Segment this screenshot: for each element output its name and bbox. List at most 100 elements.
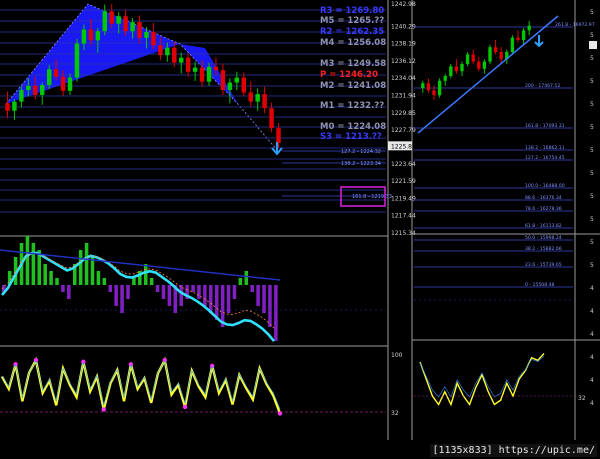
fib-level-label: 38.2 - 15882.66 [525, 246, 562, 252]
side-tick-label: 5 [590, 101, 594, 108]
candle-body [510, 37, 515, 52]
candle-body [123, 16, 128, 32]
candle-body [158, 45, 163, 56]
side-tick-label: 4 [590, 331, 594, 338]
price-tick-label: 1240.29 [391, 23, 416, 30]
price-tick-label: 1231.94 [391, 92, 416, 99]
pivot-label: P = 1246.20 [320, 70, 378, 80]
side-tick-label: 5 [590, 262, 594, 269]
price-tick-label: 1234.04 [391, 75, 416, 82]
macd-histogram-bar [250, 285, 254, 292]
pivot-label: R2 = 1262.35 [320, 27, 384, 37]
candle-body [172, 47, 177, 63]
candle-body [516, 37, 520, 40]
candle-body [67, 77, 73, 91]
fib-label: 138.2 - 1223.34 [341, 161, 381, 167]
fib-level-label: 0 - 15508.48 [525, 282, 554, 288]
candle-body [527, 25, 531, 31]
macd-histogram-bar [67, 285, 71, 299]
candle-body [5, 103, 10, 111]
macd-histogram-bar [149, 278, 154, 285]
candle-body [227, 82, 233, 90]
candle-body [130, 22, 135, 32]
side-tick-label: 4 [590, 308, 594, 315]
macd-histogram-bar [268, 285, 272, 327]
macd-histogram-bar [209, 285, 213, 313]
candle-body [499, 52, 503, 60]
macd-histogram-bar [161, 285, 166, 299]
side-tick-label: 5 [590, 216, 594, 223]
macd-histogram-bar [31, 243, 36, 285]
price-tick-label: 1219.49 [391, 196, 416, 203]
side-tick-label: 5 [590, 170, 594, 177]
candle-body [53, 69, 59, 77]
pivot-label: M1 = 1232.?? [320, 101, 384, 111]
pivot-label: M4 = 1256.08 [320, 38, 386, 48]
macd-histogram-bar [102, 278, 107, 285]
fib-level-label: 88.6 - 16376.34 [525, 195, 562, 201]
fib-level-label: 261.8 - 16972.97 [555, 22, 595, 28]
fib-level-label: 23.6 - 15739.65 [525, 262, 562, 268]
macd-histogram-bar [179, 285, 183, 306]
macd-histogram-bar [96, 271, 101, 285]
side-tick-label: 4 [590, 285, 594, 292]
price-tick-label: 1236.12 [391, 58, 416, 65]
candle-body [234, 77, 240, 83]
macd-histogram-bar [126, 285, 130, 299]
macd-histogram-bar [167, 285, 172, 306]
candle-body [192, 67, 198, 72]
candle-body [276, 128, 281, 144]
osc-extreme-dot [101, 407, 106, 412]
candle-body [206, 66, 212, 82]
price-tick-label: 1242.98 [391, 1, 416, 8]
candle-body [449, 66, 453, 76]
side-tick-label: 5 [590, 9, 594, 16]
pivot-label: M5 = 1265.?? [320, 16, 384, 26]
macd-histogram-bar [256, 285, 260, 306]
macd-histogram-bar [262, 285, 266, 313]
candle-body [454, 66, 459, 72]
candle-body [102, 11, 107, 32]
watermark[interactable]: [1135x833] https://upic.me/ [430, 444, 597, 457]
candle-body [109, 11, 114, 24]
candle-body [33, 85, 38, 95]
pivot-label: M2 = 1241.08 [320, 81, 386, 91]
candle-body [81, 29, 87, 44]
trading-chart-canvas: R3 = 1269.80M5 = 1265.??R2 = 1262.35M4 =… [0, 0, 600, 459]
side-tick-label: 5 [590, 78, 594, 85]
macd-histogram-bar [25, 236, 30, 285]
side-tick-label: 5 [590, 193, 594, 200]
pivot-label: M0 = 1224.08 [320, 122, 386, 132]
candle-body [437, 80, 442, 96]
macd-histogram-bar [84, 243, 89, 285]
pivot-label: M3 = 1249.58 [320, 59, 386, 69]
macd-histogram-bar [61, 285, 65, 292]
candle-body [465, 54, 470, 64]
side-tick-label: 4 [590, 354, 594, 361]
candle-body [220, 70, 226, 90]
candle-body [40, 85, 45, 95]
macd-histogram-bar [108, 285, 113, 292]
candle-body [151, 32, 156, 46]
macd-histogram-bar [90, 257, 95, 285]
fib-level-label: 161.8 - 17093.31 [525, 123, 565, 129]
candle-body [432, 90, 436, 96]
pivot-label: R3 = 1269.80 [320, 6, 384, 16]
candle-body [46, 69, 52, 86]
osc-tick-32: 32 [391, 410, 399, 417]
price-tick-label: 1223.64 [391, 161, 416, 168]
side-tick-label: 4 [590, 377, 594, 384]
macd-histogram-bar [43, 264, 47, 285]
osc-extreme-dot [182, 404, 188, 410]
candle-body [460, 64, 464, 72]
candle-body [95, 31, 101, 41]
candle-body [88, 29, 94, 41]
candle-body [199, 67, 205, 82]
macd-histogram-bar [143, 264, 148, 285]
candle-body [262, 94, 267, 109]
macd-histogram-bar [238, 278, 243, 285]
fib-label: 127.2 - 1224.32 [341, 149, 381, 155]
macd-histogram-bar [78, 250, 83, 285]
candle-body [12, 101, 17, 111]
candle-body [116, 16, 121, 24]
